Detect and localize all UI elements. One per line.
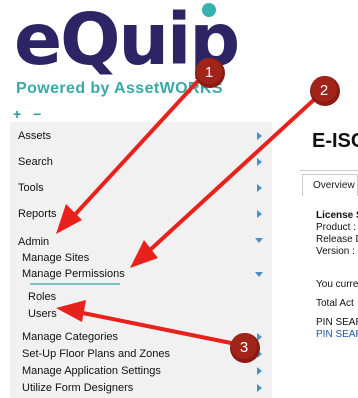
annotation-arrow-1-line [68,68,210,222]
annotation-badge-2: 2 [310,76,340,106]
annotation-badge-1: 1 [195,58,225,88]
svg-text:1: 1 [205,64,213,81]
svg-text:2: 2 [320,82,328,99]
svg-text:3: 3 [240,339,248,356]
annotation-arrow-2-line [148,94,320,252]
annotation-badge-3: 3 [230,333,260,363]
annotation-arrow-3-head [56,300,86,322]
annotation-arrow-3-line [76,310,238,346]
annotation-overlay: 1 2 3 [56,58,340,363]
